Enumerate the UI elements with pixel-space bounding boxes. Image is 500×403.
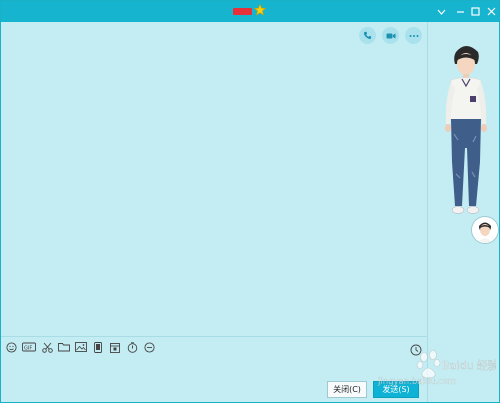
- stopwatch-icon[interactable]: [126, 341, 138, 353]
- scissors-icon[interactable]: [41, 341, 53, 353]
- phone-screen-icon[interactable]: [92, 341, 104, 353]
- title-bar: [1, 1, 499, 22]
- close-button[interactable]: 关闭(C): [327, 381, 367, 398]
- video-icon[interactable]: [382, 27, 399, 44]
- emoji-icon[interactable]: [5, 341, 17, 353]
- folder-icon[interactable]: [58, 341, 70, 353]
- input-divider: [1, 336, 427, 337]
- contact-show-panel: [427, 22, 499, 402]
- calendar-icon[interactable]: [109, 341, 121, 353]
- input-toolbar: GIF: [5, 341, 155, 353]
- chat-window: GIF 关闭(C) 发送(S) Baidu 经验 jingyan.baidu.c…: [0, 0, 500, 403]
- phone-icon[interactable]: [359, 27, 376, 44]
- minus-circle-icon[interactable]: [143, 341, 155, 353]
- message-area[interactable]: [1, 22, 427, 336]
- watermark-url: jingyan.baidu.com: [377, 377, 456, 387]
- baidu-jingyan-watermark: Baidu 经验 jingyan.baidu.com: [377, 350, 496, 387]
- star-icon: [254, 4, 266, 16]
- image-icon[interactable]: [75, 341, 87, 353]
- gif-icon[interactable]: GIF: [22, 341, 36, 353]
- close-icon[interactable]: [482, 1, 499, 22]
- svg-text:GIF: GIF: [24, 346, 32, 352]
- contact-avatar[interactable]: [471, 216, 499, 244]
- contact-name-badge: [233, 8, 252, 15]
- more-icon[interactable]: [405, 27, 422, 44]
- chevron-down-icon[interactable]: [432, 1, 450, 22]
- character-figure: [445, 46, 487, 214]
- watermark-main: Baidu 经验: [442, 358, 496, 372]
- chat-actions: [359, 27, 422, 44]
